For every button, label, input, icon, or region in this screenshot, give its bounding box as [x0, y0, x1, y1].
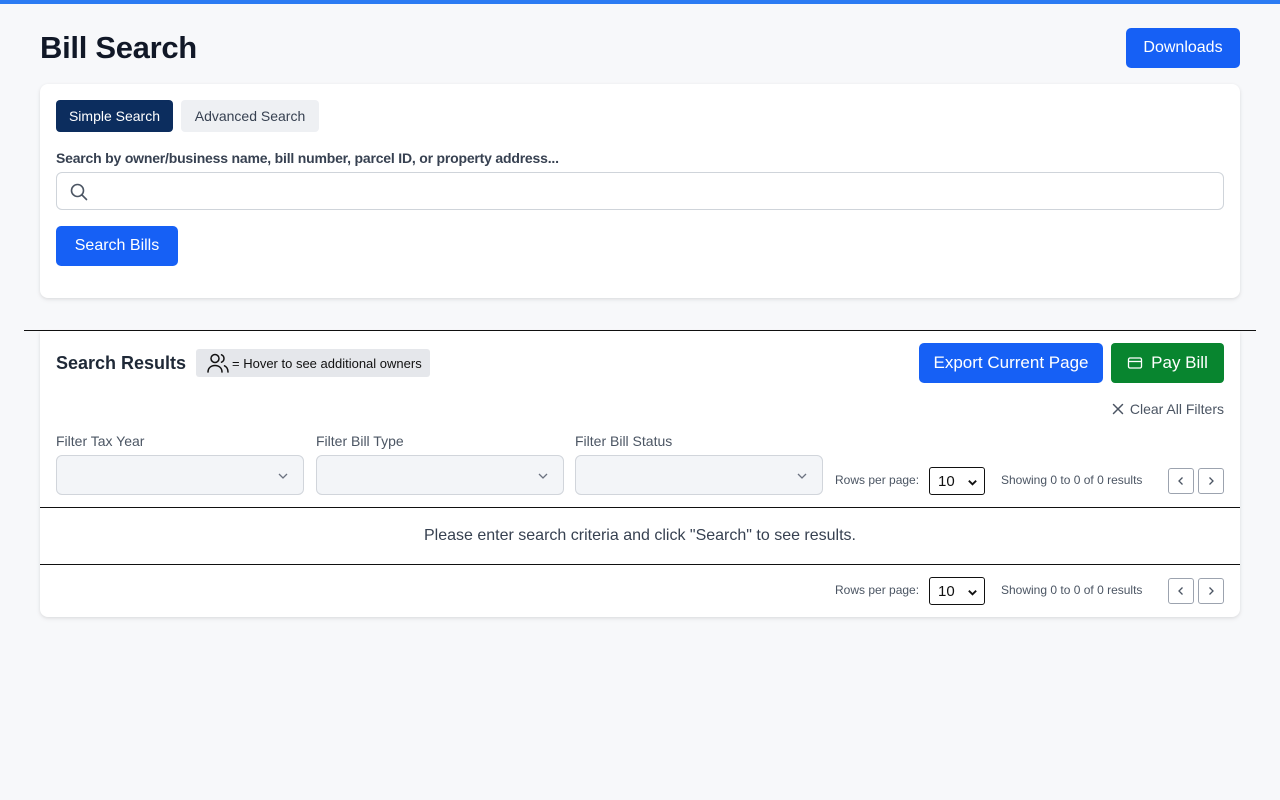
clear-all-filters-label: Clear All Filters: [1129, 401, 1224, 417]
results-count: Showing 0 to 0 of 0 results: [1001, 473, 1143, 487]
next-page-button-bottom[interactable]: [1198, 578, 1224, 604]
chevron-right-icon: [1209, 477, 1214, 485]
search-label: Search by owner/business name, bill numb…: [56, 150, 559, 166]
top-accent-bar: [0, 0, 1280, 4]
page-title: Bill Search: [40, 30, 197, 65]
filter-bill-status-label: Filter Bill Status: [575, 433, 673, 449]
rows-per-page-label-bottom: Rows per page:: [835, 583, 920, 597]
empty-results-message: Please enter search criteria and click "…: [424, 527, 856, 544]
pay-bill-button[interactable]: Pay Bill: [1111, 343, 1224, 383]
rows-per-page-select[interactable]: 10: [929, 467, 985, 495]
rows-per-page-value: 10: [938, 472, 955, 490]
search-input[interactable]: [99, 173, 1209, 209]
rows-per-page-select-bottom[interactable]: 10: [929, 577, 985, 605]
users-icon: [207, 353, 229, 373]
chevron-down-icon: [968, 480, 977, 486]
results-title: Search Results: [56, 353, 187, 373]
tab-advanced-search[interactable]: Advanced Search: [181, 100, 319, 132]
downloads-button[interactable]: Downloads: [1126, 28, 1240, 68]
table-top-border: [40, 507, 1240, 508]
prev-page-button[interactable]: [1168, 468, 1194, 494]
filter-tax-year-select[interactable]: [56, 455, 304, 495]
filter-tax-year-label: Filter Tax Year: [56, 433, 145, 449]
prev-page-button-bottom[interactable]: [1168, 578, 1194, 604]
owners-legend-text: = Hover to see additional owners: [232, 355, 422, 371]
results-panel: Search Results = Hover to see additional…: [40, 331, 1240, 617]
chevron-right-icon: [1209, 587, 1214, 595]
chevron-down-icon: [968, 590, 977, 596]
chevron-left-icon: [1178, 477, 1183, 485]
search-icon: [70, 183, 88, 201]
results-count-bottom: Showing 0 to 0 of 0 results: [1001, 583, 1143, 597]
tab-simple-search[interactable]: Simple Search: [56, 100, 173, 132]
owners-legend: = Hover to see additional owners: [196, 349, 430, 377]
chevron-left-icon: [1178, 587, 1183, 595]
clear-all-filters-button[interactable]: Clear All Filters: [1106, 400, 1224, 418]
chevron-down-icon: [538, 473, 548, 479]
chevron-down-icon: [797, 473, 807, 479]
rows-per-page-value-bottom: 10: [938, 582, 955, 600]
search-field[interactable]: [56, 172, 1224, 210]
rows-per-page-label: Rows per page:: [835, 473, 920, 487]
close-icon: [1112, 403, 1124, 415]
credit-card-icon: [1128, 357, 1143, 369]
filter-bill-status-select[interactable]: [575, 455, 823, 495]
chevron-down-icon: [278, 473, 288, 479]
search-bills-button[interactable]: Search Bills: [56, 226, 178, 266]
export-current-page-button[interactable]: Export Current Page: [919, 343, 1103, 383]
filter-bill-type-label: Filter Bill Type: [316, 433, 404, 449]
search-panel: Simple Search Advanced Search Search by …: [40, 84, 1240, 298]
table-bottom-border: [40, 564, 1240, 565]
next-page-button[interactable]: [1198, 468, 1224, 494]
filter-bill-type-select[interactable]: [316, 455, 564, 495]
pay-bill-label: Pay Bill: [1151, 353, 1208, 372]
